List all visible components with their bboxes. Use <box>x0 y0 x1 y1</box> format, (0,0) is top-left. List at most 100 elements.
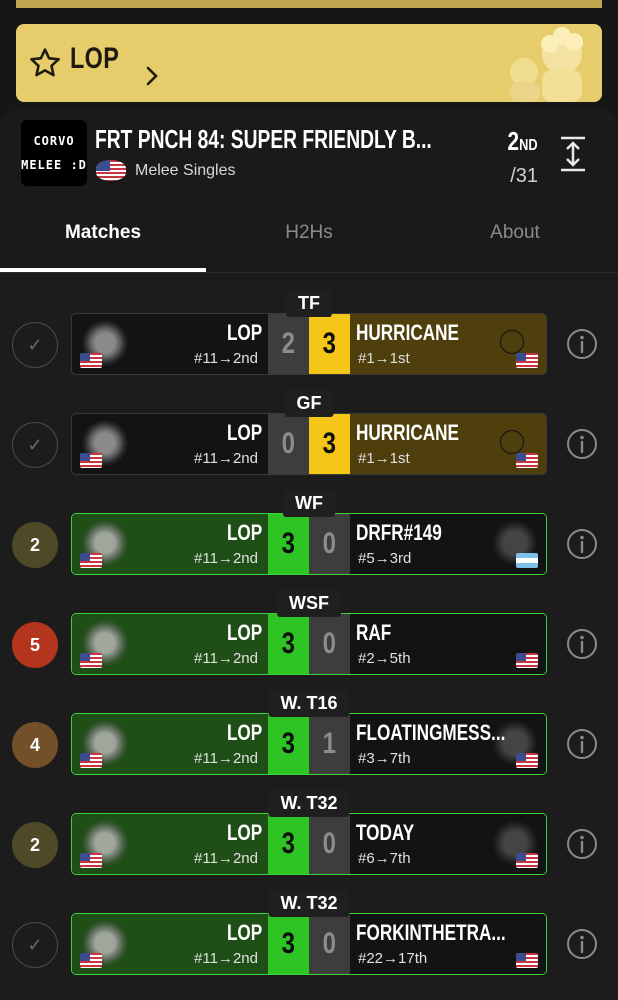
left-player-seed: #11→2nd <box>194 750 258 767</box>
checkmark-icon: ✓ <box>12 922 58 968</box>
match-count-badge: 2 <box>12 522 58 568</box>
match-row[interactable]: ✓ LOP #11→2nd 3 0 FORKINTHETRA... #22→17th W. T… <box>0 890 618 990</box>
right-score: 3 <box>309 414 350 474</box>
right-player-name: FORKINTHETRA... <box>356 920 506 945</box>
round-label: WF <box>283 490 335 517</box>
left-player: LOP #11→2nd <box>72 414 268 474</box>
us-flag-icon <box>80 853 102 868</box>
right-player-name: TODAY <box>356 820 415 845</box>
info-icon[interactable] <box>566 828 598 860</box>
left-score: 2 <box>268 314 309 374</box>
left-player-seed: #11→2nd <box>194 850 258 867</box>
left-player-seed: #11→2nd <box>194 450 258 467</box>
info-icon[interactable] <box>566 928 598 960</box>
left-score: 3 <box>268 614 309 674</box>
round-label: W. T32 <box>268 890 350 917</box>
placement-total: /31 <box>510 165 538 187</box>
left-player-name: LOP <box>226 520 262 545</box>
right-player: DRFR#149 #5→3rd <box>350 514 546 574</box>
right-score: 0 <box>309 814 350 874</box>
event-logo-line2: MELEE :D <box>21 158 87 172</box>
left-score: 0 <box>268 414 309 474</box>
us-flag-icon <box>516 753 538 768</box>
match-box[interactable]: LOP #11→2nd 3 0 RAF #2→5th <box>71 613 547 675</box>
round-label: W. T16 <box>268 690 350 717</box>
us-flag-icon <box>516 353 538 368</box>
match-box[interactable]: LOP #11→2nd 3 0 DRFR#149 #5→3rd <box>71 513 547 575</box>
left-player-seed: #11→2nd <box>194 950 258 967</box>
us-flag-icon <box>80 753 102 768</box>
right-score: 3 <box>309 314 350 374</box>
match-row[interactable]: 2 LOP #11→2nd 3 0 TODAY #6→7th W. T32 <box>0 790 618 890</box>
ar-flag-icon <box>516 553 538 568</box>
left-score: 3 <box>268 714 309 774</box>
info-icon[interactable] <box>566 628 598 660</box>
event-game: Melee Singles <box>135 162 236 179</box>
info-icon[interactable] <box>566 528 598 560</box>
checkmark-icon: ✓ <box>12 422 58 468</box>
info-icon[interactable] <box>566 428 598 460</box>
event-title[interactable]: FRT PNCH 84: SUPER FRIENDLY B... <box>95 124 432 155</box>
right-player-name: HURRICANE <box>356 420 459 445</box>
event-logo: CORVO MELEE :D <box>21 120 87 186</box>
match-count-badge: 5 <box>12 622 58 668</box>
tab-active-indicator <box>0 268 206 272</box>
us-flag-icon <box>80 353 102 368</box>
left-player-seed: #11→2nd <box>194 350 258 367</box>
event-logo-line1: CORVO <box>33 134 75 148</box>
match-box[interactable]: LOP #11→2nd 3 1 FLOATINGMESS... #3→7th <box>71 713 547 775</box>
us-flag-icon <box>516 853 538 868</box>
placement-rank: 2ND <box>507 126 538 156</box>
tab-h2hs[interactable]: H2Hs <box>206 222 412 244</box>
left-player-name: LOP <box>226 820 262 845</box>
left-score: 3 <box>268 814 309 874</box>
left-player: LOP #11→2nd <box>72 614 268 674</box>
expand-vertical-icon[interactable] <box>558 134 588 174</box>
match-box[interactable]: LOP #11→2nd 0 3 HURRICANE #1→1st <box>71 413 547 475</box>
match-row[interactable]: 2 LOP #11→2nd 3 0 DRFR#149 #5→3rd WF <box>0 490 618 590</box>
left-player: LOP #11→2nd <box>72 314 268 374</box>
match-count-badge: 4 <box>12 722 58 768</box>
match-row[interactable]: 4 LOP #11→2nd 3 1 FLOATINGMESS... #3→7th W. T16 <box>0 690 618 790</box>
right-player-seed: #3→7th <box>358 750 411 767</box>
match-box[interactable]: LOP #11→2nd 3 0 FORKINTHETRA... #22→17th <box>71 913 547 975</box>
left-player: LOP #11→2nd <box>72 814 268 874</box>
us-flag-icon <box>80 453 102 468</box>
right-player: HURRICANE #1→1st <box>350 314 546 374</box>
left-player-seed: #11→2nd <box>194 650 258 667</box>
right-player-seed: #1→1st <box>358 350 410 367</box>
right-player-seed: #2→5th <box>358 650 411 667</box>
match-row[interactable]: 5 LOP #11→2nd 3 0 RAF #2→5th WSF <box>0 590 618 690</box>
us-flag-icon <box>80 653 102 668</box>
info-icon[interactable] <box>566 728 598 760</box>
right-player-name: RAF <box>356 620 392 645</box>
right-player-seed: #5→3rd <box>358 550 412 567</box>
opponent-avatar <box>500 330 524 354</box>
match-row[interactable]: ✓ LOP #11→2nd 0 3 HURRICANE #1→1st GF <box>0 390 618 490</box>
match-box[interactable]: LOP #11→2nd 2 3 HURRICANE #1→1st <box>71 313 547 375</box>
round-label: TF <box>286 290 332 317</box>
round-label: W. T32 <box>268 790 350 817</box>
left-player-name: LOP <box>226 720 262 745</box>
tab-matches[interactable]: Matches <box>0 222 206 244</box>
right-player-name: FLOATINGMESS... <box>356 720 506 745</box>
player-name: LOP <box>70 42 120 75</box>
us-flag-icon <box>516 953 538 968</box>
round-label: GF <box>284 390 334 417</box>
match-count-badge: 2 <box>12 822 58 868</box>
match-row[interactable]: ✓ LOP #11→2nd 2 3 HURRICANE #1→1st TF <box>0 290 618 390</box>
right-player-seed: #1→1st <box>358 450 410 467</box>
us-flag-icon <box>80 553 102 568</box>
round-label: WSF <box>277 590 341 617</box>
star-icon[interactable] <box>28 46 62 80</box>
match-box[interactable]: LOP #11→2nd 3 0 TODAY #6→7th <box>71 813 547 875</box>
us-flag-icon <box>516 453 538 468</box>
info-icon[interactable] <box>566 328 598 360</box>
left-player-name: LOP <box>226 920 262 945</box>
right-player-seed: #6→7th <box>358 850 411 867</box>
right-player: TODAY #6→7th <box>350 814 546 874</box>
player-banner[interactable]: LOP <box>16 24 602 102</box>
left-player: LOP #11→2nd <box>72 714 268 774</box>
left-player-name: LOP <box>226 320 262 345</box>
tab-about[interactable]: About <box>412 222 618 244</box>
